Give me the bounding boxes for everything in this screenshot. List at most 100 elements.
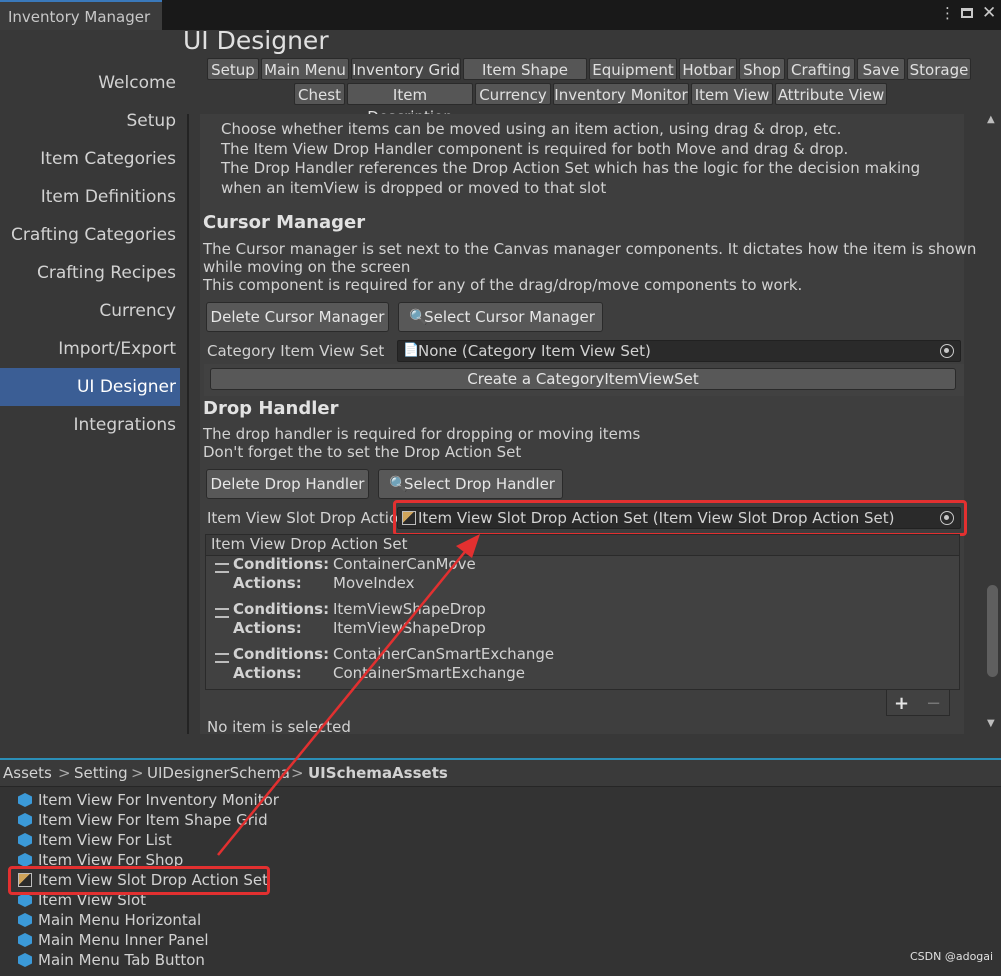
search-icon: 🔍	[389, 475, 408, 493]
intro-line: The Item View Drop Handler component is …	[221, 140, 849, 158]
highlight-box	[393, 500, 967, 536]
asset-item[interactable]: Item View For List	[18, 830, 172, 850]
maximize-icon[interactable]	[961, 8, 973, 18]
add-item-button[interactable]: +	[894, 693, 909, 714]
sidebar-item-integrations[interactable]: Integrations	[0, 406, 180, 444]
tab-shop[interactable]: Shop	[739, 58, 785, 80]
tab-storage[interactable]: Storage	[907, 58, 971, 80]
breadcrumb-uidesignerschema[interactable]: UIDesignerSchema	[147, 764, 290, 782]
asset-label: Main Menu Tab Button	[38, 951, 205, 969]
scrollbar-thumb[interactable]	[987, 585, 998, 677]
tab-currency[interactable]: Currency	[475, 83, 551, 105]
drop-handler-desc: Don't forget the to set the Drop Action …	[203, 443, 522, 461]
sidebar-item-setup[interactable]: Setup	[0, 102, 180, 140]
sidebar: Welcome Setup Item Categories Item Defin…	[0, 30, 180, 758]
tab-main-menu[interactable]: Main Menu	[261, 58, 349, 80]
sidebar-item-welcome[interactable]: Welcome	[0, 64, 180, 102]
tab-crafting[interactable]: Crafting	[787, 58, 855, 80]
item-view-slot-drop-action-label: Item View Slot Drop Actio	[207, 509, 399, 527]
tab-inventory-monitor[interactable]: Inventory Monitor	[553, 83, 689, 105]
drop-handler-heading: Drop Handler	[203, 398, 339, 419]
actions-label: Actions:	[233, 619, 302, 637]
tab-inventory-grid[interactable]: Inventory Grid	[351, 58, 461, 80]
tab-item-shape-grid[interactable]: Item Shape Grid	[463, 58, 587, 101]
asset-item[interactable]: Item View For Item Shape Grid	[18, 810, 268, 830]
cursor-manager-desc: The Cursor manager is set next to the Ca…	[203, 240, 977, 258]
asset-label: Item View For List	[38, 831, 172, 849]
sidebar-item-item-categories[interactable]: Item Categories	[0, 140, 180, 178]
asset-label: Main Menu Horizontal	[38, 911, 202, 929]
conditions-value: ContainerCanSmartExchange	[333, 645, 555, 663]
breadcrumb-uischemaassets[interactable]: UISchemaAssets	[308, 764, 448, 782]
sidebar-item-import-export[interactable]: Import/Export	[0, 330, 180, 368]
drag-handle-icon[interactable]	[215, 563, 229, 573]
tab-equipment[interactable]: Equipment	[589, 58, 677, 80]
breadcrumb-separator: >	[58, 764, 71, 782]
search-icon: 🔍	[409, 308, 428, 326]
breadcrumb-assets[interactable]: Assets	[3, 764, 52, 782]
window-tab[interactable]: Inventory Manager	[0, 0, 162, 30]
kebab-menu-icon[interactable]: ⋮	[940, 4, 955, 22]
remove-item-button[interactable]: −	[926, 693, 941, 714]
sidebar-item-item-definitions[interactable]: Item Definitions	[0, 178, 180, 216]
actions-label: Actions:	[233, 574, 302, 592]
no-item-selected-text: No item is selected	[207, 718, 351, 736]
cursor-manager-heading: Cursor Manager	[203, 212, 366, 233]
category-item-view-set-value: None (Category Item View Set)	[418, 342, 651, 360]
scroll-up-icon[interactable]: ▲	[987, 114, 995, 125]
asset-label: Item View For Inventory Monitor	[38, 791, 279, 809]
tab-hotbar[interactable]: Hotbar	[679, 58, 737, 80]
document-icon: 📄	[403, 343, 420, 358]
actions-label: Actions:	[233, 664, 302, 682]
tab-chest[interactable]: Chest	[294, 83, 345, 105]
drag-handle-icon[interactable]	[215, 608, 229, 618]
cursor-manager-desc: This component is required for any of th…	[203, 276, 803, 294]
cursor-manager-desc: while moving on the screen	[203, 258, 411, 276]
tab-attribute-view[interactable]: Attribute View	[775, 83, 887, 105]
breadcrumb-setting[interactable]: Setting	[74, 764, 128, 782]
asset-item[interactable]: Main Menu Inner Panel	[18, 930, 209, 950]
sidebar-item-ui-designer[interactable]: UI Designer	[0, 368, 180, 406]
prefab-cube-icon	[18, 913, 32, 927]
tab-save[interactable]: Save	[857, 58, 905, 80]
actions-value: ContainerSmartExchange	[333, 664, 525, 682]
asset-label: Item View For Item Shape Grid	[38, 811, 268, 829]
asset-item[interactable]: Main Menu Horizontal	[18, 910, 201, 930]
tab-setup[interactable]: Setup	[207, 58, 259, 80]
intro-line: Choose whether items can be moved using …	[221, 120, 842, 138]
breadcrumb-separator: >	[131, 764, 144, 782]
sidebar-item-currency[interactable]: Currency	[0, 292, 180, 330]
prefab-cube-icon	[18, 813, 32, 827]
prefab-cube-icon	[18, 953, 32, 967]
create-category-item-view-set-button[interactable]: Create a CategoryItemViewSet	[210, 368, 956, 390]
drop-handler-desc: The drop handler is required for droppin…	[203, 425, 641, 443]
intro-line: when an itemView is dropped or moved to …	[221, 179, 607, 197]
asset-item[interactable]: Item View For Inventory Monitor	[18, 790, 279, 810]
category-item-view-set-field[interactable]: 📄 None (Category Item View Set)	[397, 340, 961, 362]
drag-handle-icon[interactable]	[215, 653, 229, 663]
conditions-label: Conditions:	[233, 600, 330, 618]
close-icon[interactable]: ✕	[982, 3, 996, 23]
delete-drop-handler-button[interactable]: Delete Drop Handler	[206, 469, 369, 499]
page-title: UI Designer	[183, 26, 329, 55]
select-cursor-manager-label: Select Cursor Manager	[424, 308, 595, 326]
breadcrumb-separator: >	[291, 764, 304, 782]
select-cursor-manager-button[interactable]: 🔍 Select Cursor Manager	[398, 302, 603, 332]
watermark: CSDN @adogai	[910, 950, 994, 963]
delete-cursor-manager-button[interactable]: Delete Cursor Manager	[206, 302, 389, 332]
select-drop-handler-button[interactable]: 🔍 Select Drop Handler	[378, 469, 563, 499]
highlight-box	[8, 866, 270, 895]
prefab-cube-icon	[18, 853, 32, 867]
window-tab-title: Inventory Manager	[8, 8, 151, 26]
drop-action-list-title: Item View Drop Action Set	[211, 535, 408, 553]
actions-value: MoveIndex	[333, 574, 415, 592]
conditions-value: ContainerCanMove	[333, 555, 476, 573]
scroll-down-icon[interactable]: ▼	[987, 718, 995, 729]
sidebar-item-crafting-categories[interactable]: Crafting Categories	[0, 216, 180, 254]
tab-item-description[interactable]: Item Description	[347, 83, 473, 126]
sidebar-item-crafting-recipes[interactable]: Crafting Recipes	[0, 254, 180, 292]
asset-label: Main Menu Inner Panel	[38, 931, 209, 949]
tab-item-view[interactable]: Item View	[691, 83, 773, 105]
asset-item[interactable]: Main Menu Tab Button	[18, 950, 205, 970]
object-picker-icon[interactable]	[940, 344, 954, 358]
